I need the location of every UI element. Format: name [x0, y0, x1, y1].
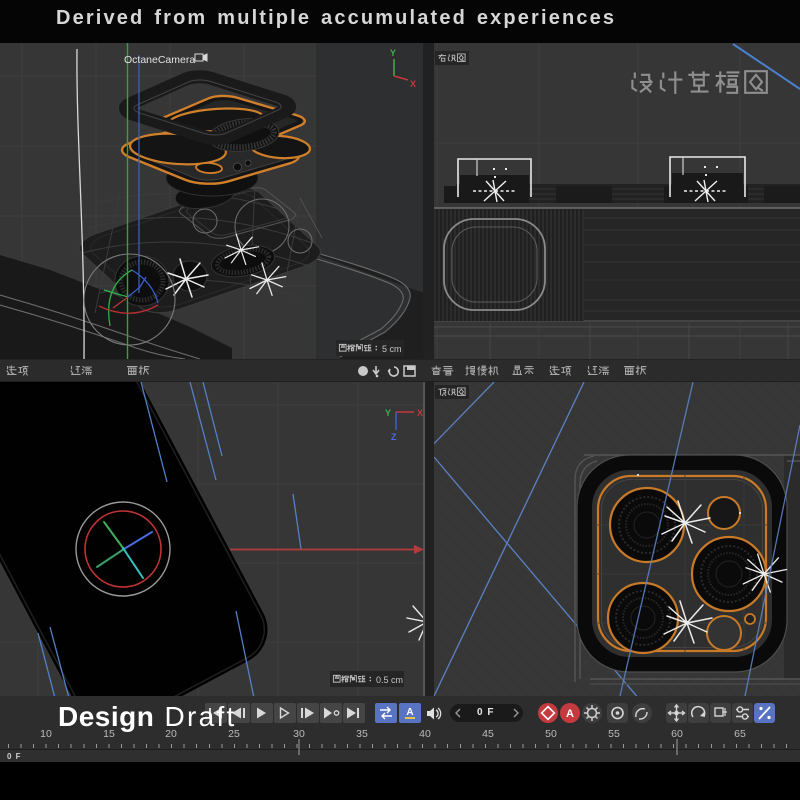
- svg-text:OctaneCamera: OctaneCamera: [124, 54, 195, 66]
- svg-text:A: A: [406, 707, 413, 718]
- svg-text:Y: Y: [385, 408, 391, 418]
- svg-text:A: A: [566, 708, 574, 720]
- svg-text:5 cm: 5 cm: [382, 344, 402, 354]
- svg-text:0.5 cm: 0.5 cm: [376, 675, 403, 685]
- svg-text:X: X: [410, 79, 416, 89]
- svg-text:Z: Z: [391, 432, 397, 442]
- svg-text:Y: Y: [390, 48, 396, 58]
